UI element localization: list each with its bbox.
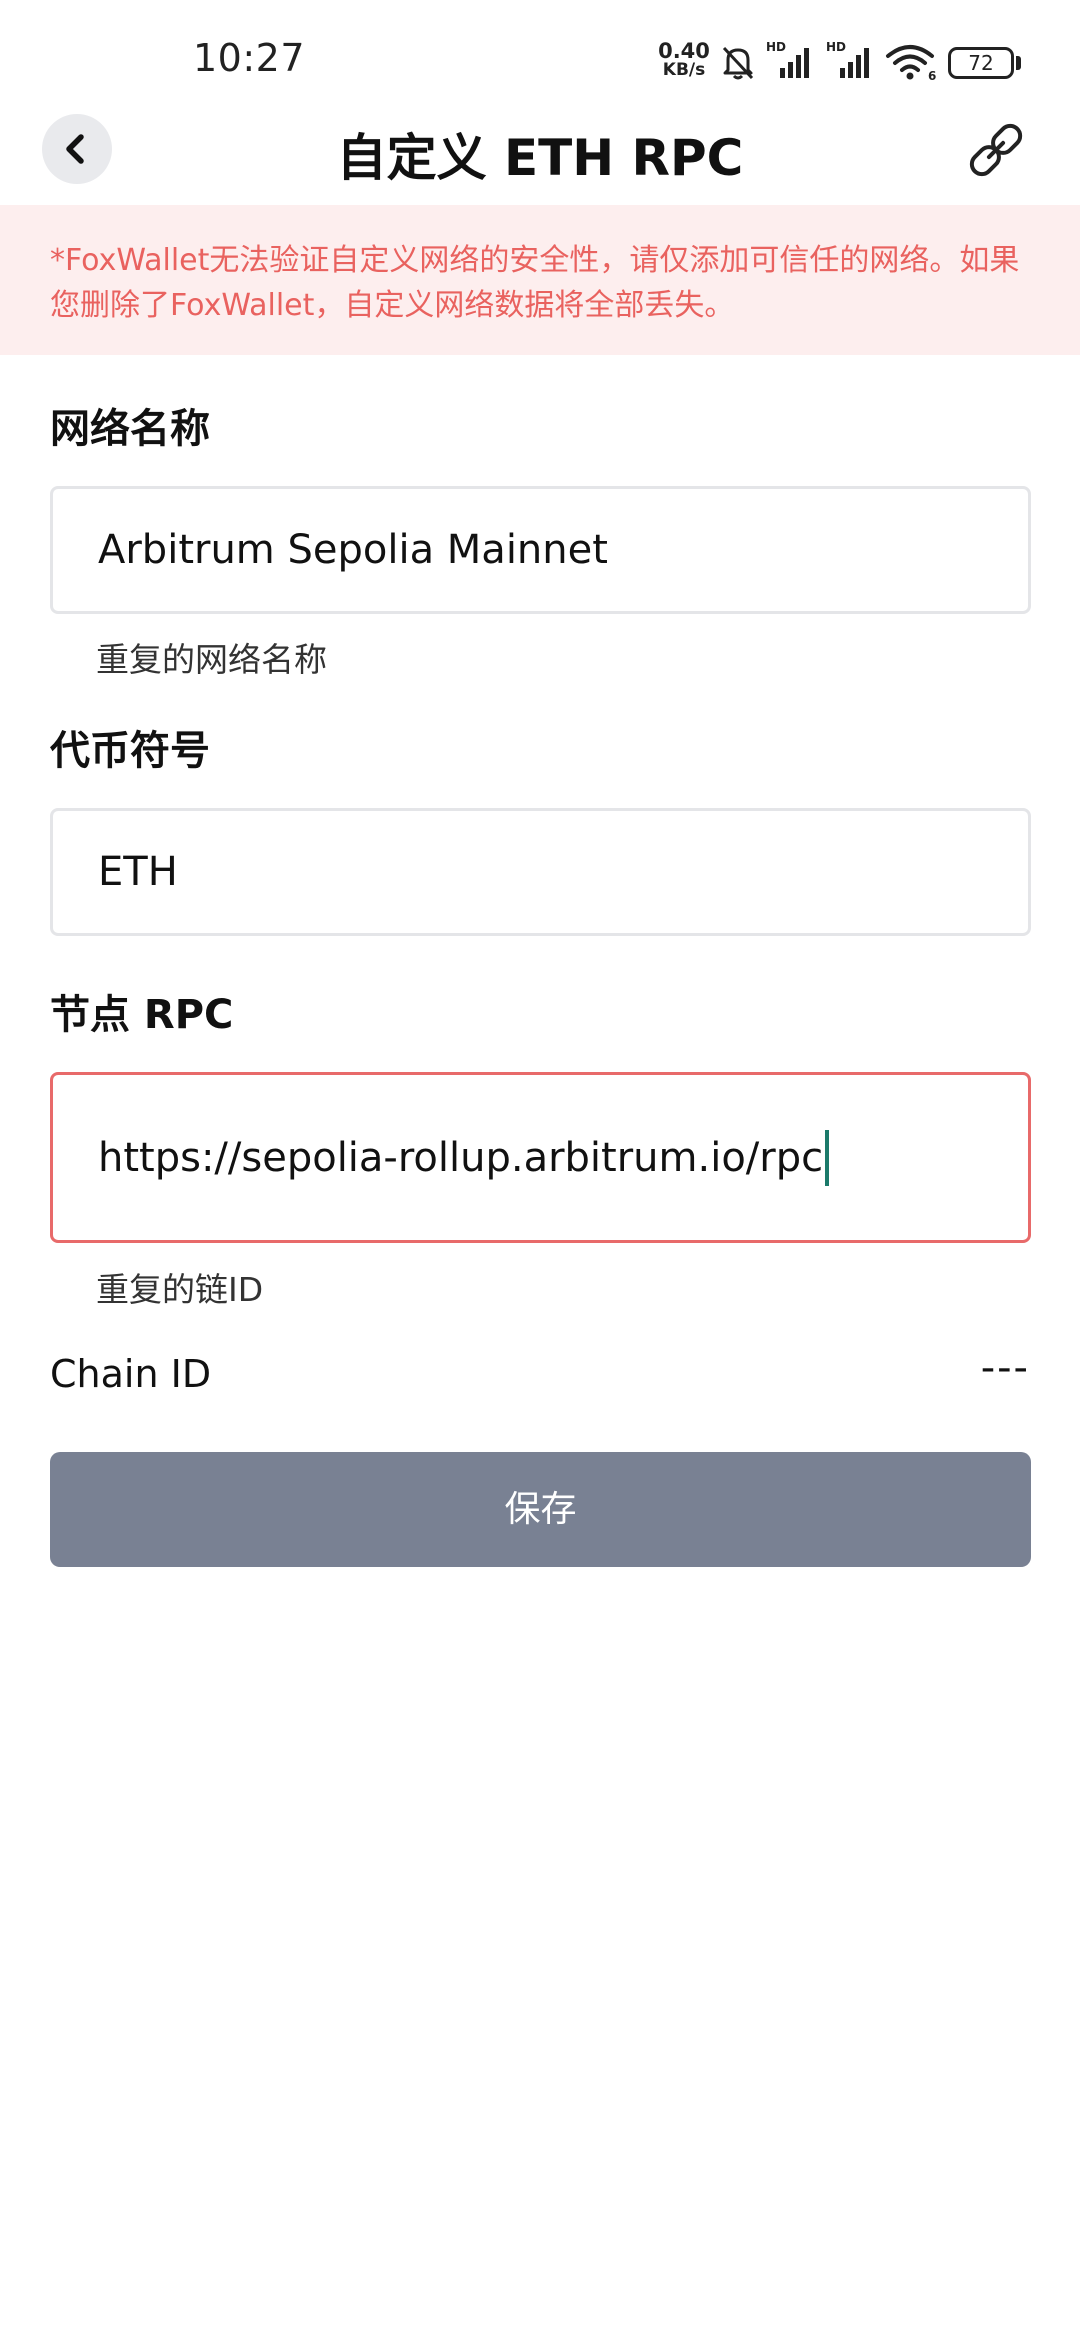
page-title: 自定义 ETH RPC	[336, 129, 744, 187]
rpc-hint: 重复的链ID	[96, 1270, 264, 1309]
warning-text: *FoxWallet无法验证自定义网络的安全性，请仅添加可信任的网络。如果您删除…	[50, 243, 1020, 323]
chain-id-value: ---	[980, 1345, 1030, 1391]
svg-text:HD: HD	[766, 40, 786, 54]
rpc-label: 节点 RPC	[50, 992, 234, 1038]
status-time: 10:27	[193, 36, 306, 80]
network-name-value: Arbitrum Sepolia Mainnet	[98, 527, 608, 573]
network-name-hint: 重复的网络名称	[96, 640, 327, 679]
chain-id-label: Chain ID	[50, 1352, 212, 1396]
symbol-value: ETH	[98, 849, 178, 895]
wifi-6-icon: 6	[886, 45, 936, 82]
rpc-input[interactable]: https://sepolia-rollup.arbitrum.io/rpc	[50, 1072, 1031, 1243]
bell-muted-icon	[722, 46, 754, 80]
save-button[interactable]: 保存	[50, 1452, 1031, 1567]
network-speed-value: 0.40	[658, 39, 710, 63]
network-speed: 0.40 KB/s	[658, 39, 710, 80]
network-name-label: 网络名称	[50, 406, 210, 452]
svg-text:6: 6	[928, 69, 936, 82]
warning-banner: *FoxWallet无法验证自定义网络的安全性，请仅添加可信任的网络。如果您删除…	[0, 205, 1080, 355]
link-icon	[969, 123, 1023, 177]
text-caret	[825, 1129, 830, 1186]
link-button[interactable]	[960, 114, 1032, 186]
status-bar: 10:27 0.40 KB/s HD HD 6 72	[0, 0, 1080, 100]
network-speed-unit: KB/s	[662, 60, 706, 80]
battery-icon: 72	[948, 47, 1014, 79]
header: 自定义 ETH RPC	[0, 100, 1080, 205]
symbol-label: 代币符号	[50, 728, 210, 774]
svg-text:HD: HD	[826, 40, 846, 54]
symbol-input[interactable]: ETH	[50, 808, 1031, 936]
network-name-input[interactable]: Arbitrum Sepolia Mainnet	[50, 486, 1031, 614]
battery-level: 72	[968, 51, 994, 75]
battery-tip	[1016, 56, 1021, 70]
signal-hd-icon: HD	[766, 40, 809, 78]
rpc-value: https://sepolia-rollup.arbitrum.io/rpc	[98, 1134, 824, 1181]
signal-hd-icon: HD	[826, 40, 869, 78]
